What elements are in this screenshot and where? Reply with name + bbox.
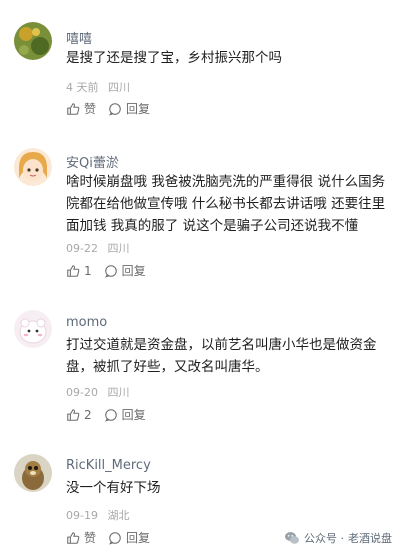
comment-time: 09-20 [66,386,98,399]
thumbs-up-icon [67,531,80,544]
comment-actions: 赞 回复 [66,529,150,546]
reply-label: 回复 [126,102,151,116]
comment-text: 是搜了还是搜了宝，乡村振兴那个吗 [66,50,282,66]
comment-text: 没一个有好下场 [66,480,161,496]
thumbs-up-icon [67,264,80,277]
chat-bubble-icon [104,264,117,278]
comment-meta: 09-19 湖北 [66,507,129,523]
like-count: 1 [84,263,92,278]
comment-location: 湖北 [107,509,130,522]
comment-location: 四川 [107,242,130,255]
comment-actions: 1 回复 [66,262,146,279]
comment-text: 啥时候崩盘哦 我爸被洗脑壳洗的严重得很 说什么国务院都在给他做宣传哦 什么秘书长… [66,174,386,234]
wechat-icon [285,532,299,544]
comment-author[interactable]: momo [66,315,107,330]
comment-author[interactable]: 嘻嘻 [66,28,92,47]
like-button[interactable]: 赞 [66,529,96,546]
reply-button[interactable]: 回复 [104,262,146,279]
reply-label: 回复 [121,264,146,278]
like-label: 赞 [84,102,97,116]
thumbs-up-icon [67,102,80,115]
avatar[interactable] [14,148,52,186]
reply-label: 回复 [126,531,151,545]
watermark: 公众号 · 老酒说盘 [284,530,392,546]
reply-button[interactable]: 回复 [108,529,150,546]
comment-time: 09-22 [66,242,98,255]
watermark-name: 老酒说盘 [348,532,392,545]
thumbs-up-icon [67,408,80,421]
comment-meta: 09-20 四川 [66,384,129,400]
comment-actions: 赞 回复 [66,100,150,117]
reply-button[interactable]: 回复 [104,406,146,423]
comment-location: 四川 [108,81,130,94]
comment-time: 4 天前 [66,81,99,94]
like-button[interactable]: 赞 [66,100,96,117]
chat-bubble-icon [109,102,121,116]
comment-meta: 09-22 四川 [66,240,129,256]
comment-text: 打过交道就是资金盘，以前艺名叫唐小华也是做资金盘，被抓了好些，又改名叫唐华。 [66,337,377,375]
chat-bubble-icon [104,408,117,422]
avatar[interactable] [14,310,52,348]
avatar[interactable] [14,454,52,492]
comment-meta: 4 天前 四川 [66,79,130,95]
chat-bubble-icon [109,531,121,545]
comment-author[interactable]: RicKill_Mercy [66,458,151,473]
like-label: 赞 [84,531,97,545]
like-count: 2 [84,407,92,422]
watermark-prefix: 公众号 · [304,532,344,545]
comment-time: 09-19 [66,509,98,522]
comment-author[interactable]: 安Qi蕾淤 [66,152,119,171]
like-button[interactable]: 2 [66,408,92,422]
comment-location: 四川 [107,386,130,399]
like-button[interactable]: 1 [66,264,92,278]
avatar[interactable] [14,22,52,60]
comment-actions: 2 回复 [66,406,146,423]
reply-label: 回复 [121,408,146,422]
reply-button[interactable]: 回复 [108,100,150,117]
